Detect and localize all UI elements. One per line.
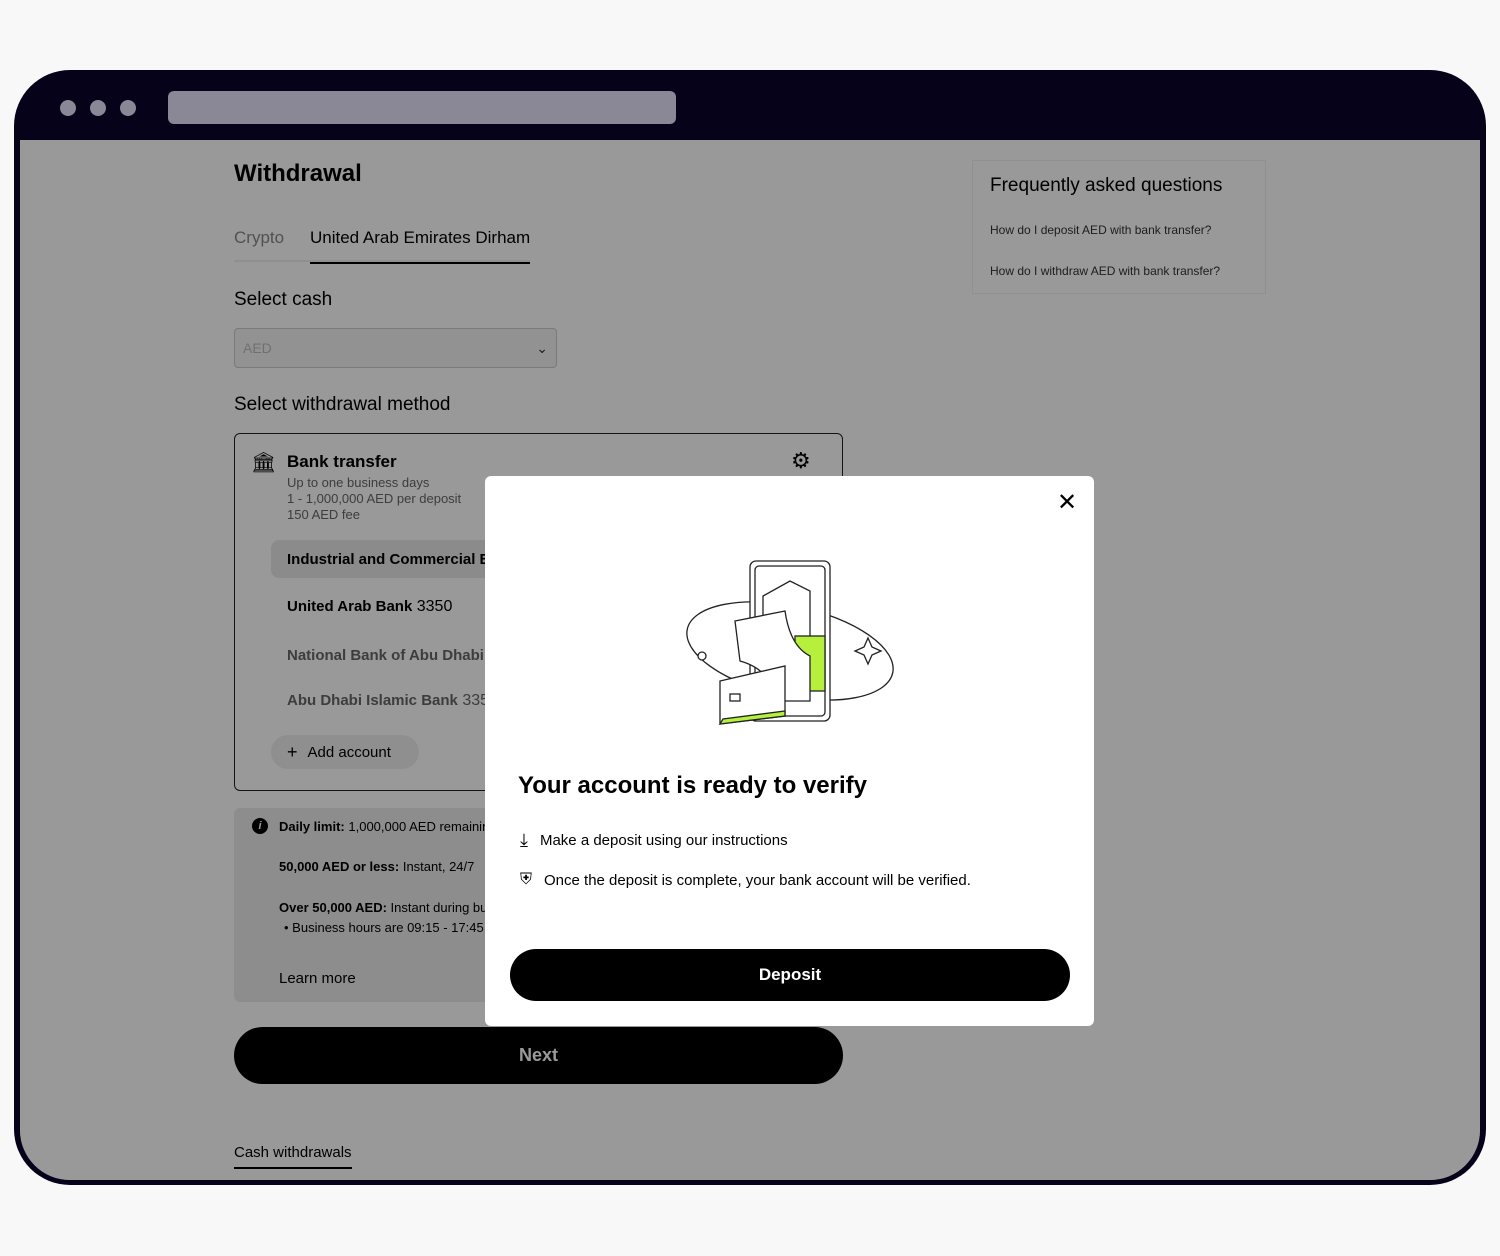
modal-step: ⤓ Make a deposit using our instructions bbox=[520, 830, 788, 851]
window-dot bbox=[90, 100, 106, 116]
download-icon: ⤓ bbox=[520, 830, 528, 850]
modal-step: ⛨ Once the deposit is complete, your bank… bbox=[520, 871, 971, 889]
deposit-button[interactable]: Deposit bbox=[510, 949, 1070, 1001]
address-bar[interactable] bbox=[168, 91, 676, 124]
verify-modal: ✕ Your account is ready to verify ⤓ Make … bbox=[485, 476, 1094, 1026]
modal-step-text: Once the deposit is complete, your bank … bbox=[544, 871, 971, 889]
verification-illustration bbox=[686, 560, 894, 725]
close-icon[interactable]: ✕ bbox=[1057, 488, 1077, 517]
window-dot bbox=[60, 100, 76, 116]
shield-check-icon: ⛨ bbox=[520, 871, 533, 888]
window-dot bbox=[120, 100, 136, 116]
modal-title: Your account is ready to verify bbox=[518, 772, 867, 799]
modal-step-text: Make a deposit using our instructions bbox=[539, 832, 788, 849]
